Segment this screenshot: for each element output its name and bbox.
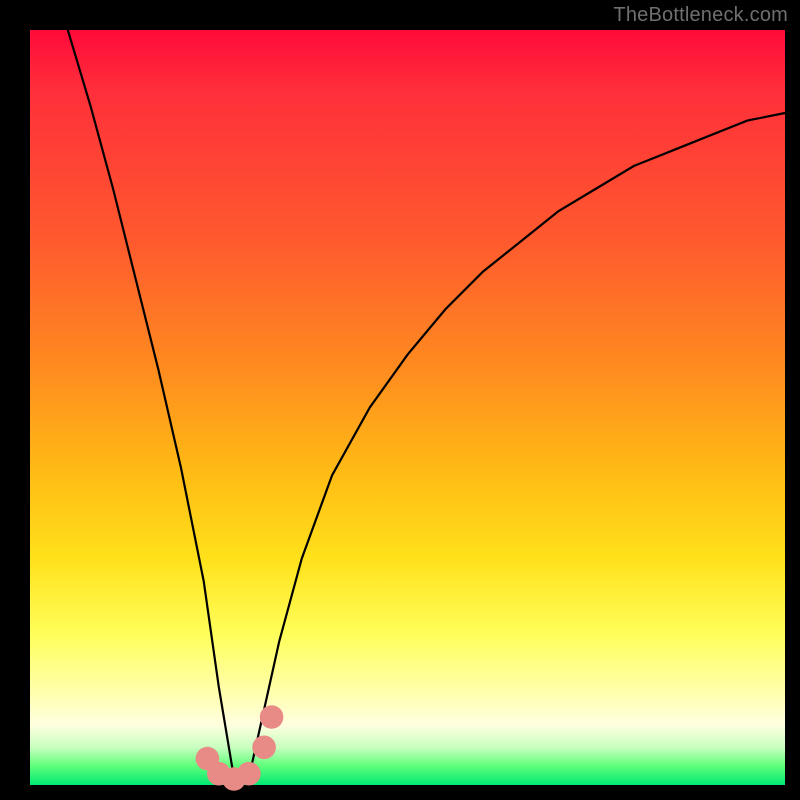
chart-frame: TheBottleneck.com xyxy=(0,0,800,800)
curve-marker xyxy=(260,705,284,729)
curve-markers xyxy=(196,705,284,791)
curve-layer xyxy=(30,30,785,785)
watermark-text: TheBottleneck.com xyxy=(613,4,788,27)
bottleneck-curve xyxy=(68,30,785,778)
curve-marker xyxy=(252,736,276,760)
curve-marker xyxy=(237,762,261,786)
